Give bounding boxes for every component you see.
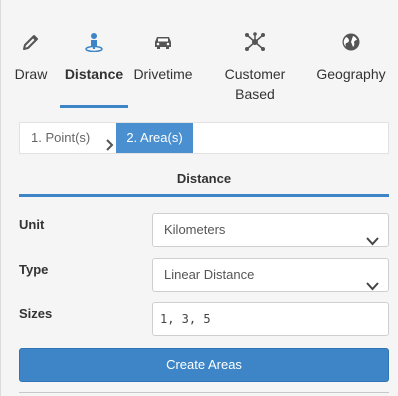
unit-label: Unit [19, 217, 45, 232]
step-indicator: 1. Point(s) 2. Area(s) [19, 122, 389, 154]
section-title: Distance [176, 171, 232, 186]
chevron-down-icon [366, 226, 379, 258]
unit-select[interactable]: Kilometers [152, 213, 389, 247]
chevron-down-icon [366, 271, 379, 303]
tab-drivetime-label: Drivetime [133, 66, 193, 82]
sizes-input[interactable]: 1, 3, 5 [152, 302, 389, 336]
tab-geography-label: Geography [316, 66, 386, 82]
tab-drivetime[interactable]: Drivetime [130, 22, 196, 108]
step-areas[interactable]: 2. Area(s) [116, 123, 193, 153]
tab-draw[interactable]: Draw [11, 22, 51, 108]
tab-customer-based-label: Customer Based [224, 66, 286, 102]
network-icon [215, 31, 295, 53]
type-label: Type [19, 262, 49, 277]
sizes-label: Sizes [19, 306, 53, 321]
chevron-right-icon [105, 132, 114, 162]
step-points-label: 1. Point(s) [31, 130, 91, 145]
active-tab-underline [60, 105, 128, 108]
tab-draw-label: Draw [14, 66, 48, 82]
globe-icon [311, 31, 391, 53]
car-icon [130, 31, 196, 53]
sizes-input-value: 1, 3, 5 [160, 312, 211, 326]
type-select-value: Linear Distance [164, 267, 255, 282]
tab-geography[interactable]: Geography [311, 22, 391, 108]
person-pin-icon [60, 31, 128, 53]
tab-distance-label: Distance [64, 66, 124, 82]
mode-tabs: Draw Distance Drivetime Customer Based G… [11, 22, 391, 110]
pencil-icon [11, 31, 51, 53]
section-divider [19, 194, 389, 197]
step-areas-label: 2. Area(s) [126, 130, 183, 145]
area-panel: Draw Distance Drivetime Customer Based G… [0, 0, 398, 396]
unit-select-value: Kilometers [164, 222, 226, 237]
tab-distance[interactable]: Distance [60, 22, 128, 108]
type-select[interactable]: Linear Distance [152, 258, 389, 292]
tab-customer-based[interactable]: Customer Based [215, 22, 295, 108]
step-points[interactable]: 1. Point(s) [20, 123, 116, 153]
bottom-divider [19, 392, 389, 393]
create-areas-button[interactable]: Create Areas [19, 348, 389, 382]
